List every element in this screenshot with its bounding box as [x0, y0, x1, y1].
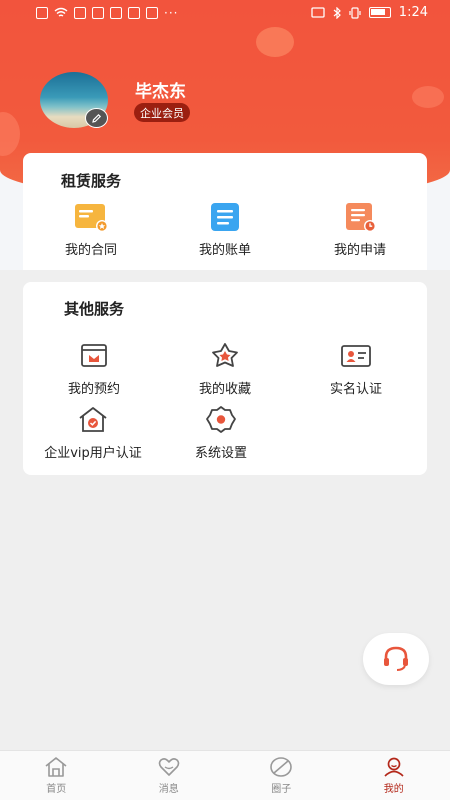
tab-mine[interactable]: 我的	[338, 751, 450, 800]
tab-messages[interactable]: 消息	[113, 751, 226, 800]
tab-circle-label: 圈子	[271, 784, 292, 795]
enterprise-vip-verification-button[interactable]: 企业vip用户认证	[28, 404, 158, 461]
alert-icon	[128, 7, 140, 19]
app-notification-icon	[146, 7, 158, 19]
favorite-icon	[207, 340, 243, 372]
status-icons-left: ···	[36, 6, 178, 20]
app-notification-icon	[110, 7, 122, 19]
home-icon	[45, 757, 67, 777]
pencil-icon	[92, 113, 102, 123]
my-favorites-label: 我的收藏	[198, 382, 251, 397]
system-settings-label: 系统设置	[194, 446, 247, 461]
vibrate-icon	[349, 6, 361, 19]
settings-icon	[203, 404, 239, 436]
my-application-button[interactable]: 我的申请	[295, 201, 425, 258]
my-appointment-button[interactable]: 我的预约	[29, 340, 159, 397]
contract-icon	[73, 201, 109, 233]
mic-icon	[92, 7, 104, 19]
bluetooth-icon	[333, 6, 341, 19]
enterprise-vip-verification-label: 企业vip用户认证	[44, 446, 142, 461]
bottom-tab-bar: 首页 消息 圈子 我的	[0, 750, 450, 800]
my-appointment-label: 我的预约	[67, 382, 120, 397]
member-badge: 企业会员	[134, 103, 190, 122]
tab-messages-label: 消息	[158, 784, 179, 795]
real-name-verification-label: 实名认证	[329, 382, 382, 397]
status-bar: ··· 1:24	[0, 0, 450, 28]
message-icon	[158, 758, 180, 776]
notification-icon	[36, 7, 48, 19]
my-contract-button[interactable]: 我的合同	[26, 201, 156, 258]
tab-home[interactable]: 首页	[0, 751, 113, 800]
other-services-title: 其他服务	[64, 300, 125, 318]
other-services-card: 其他服务 我的预约 我的收藏 实名认证 企业vip用户认证 系统设置	[23, 282, 427, 475]
application-icon	[342, 201, 378, 233]
cast-icon	[311, 6, 325, 18]
status-icons-right: 1:24	[311, 5, 428, 20]
edit-profile-button[interactable]	[85, 108, 108, 128]
app-notification-icon	[74, 7, 86, 19]
tab-circle[interactable]: 圈子	[225, 751, 338, 800]
my-bill-label: 我的账单	[198, 243, 251, 258]
system-settings-button[interactable]: 系统设置	[156, 404, 286, 461]
tab-home-label: 首页	[46, 784, 67, 795]
enterprise-vip-icon	[75, 404, 111, 436]
rental-services-card: 租赁服务 我的合同 我的账单 我的申请	[23, 153, 427, 270]
more-notifications: ···	[164, 6, 179, 20]
appointment-icon	[76, 340, 112, 372]
circle-icon	[270, 757, 293, 777]
decor-bubble	[256, 27, 294, 57]
rental-services-title: 租赁服务	[61, 172, 122, 190]
tab-mine-label: 我的	[383, 784, 404, 795]
customer-service-button[interactable]	[363, 633, 429, 685]
my-contract-label: 我的合同	[64, 243, 117, 258]
my-favorites-button[interactable]: 我的收藏	[160, 340, 290, 397]
decor-bubble	[412, 86, 444, 108]
headset-icon	[384, 646, 408, 671]
user-name: 毕杰东	[135, 82, 186, 102]
status-time: 1:24	[398, 5, 428, 20]
battery-icon	[368, 7, 391, 18]
wifi-icon	[54, 7, 68, 17]
id-card-icon	[338, 340, 374, 372]
my-application-label: 我的申请	[333, 243, 386, 258]
bill-icon	[207, 201, 243, 233]
real-name-verification-button[interactable]: 实名认证	[291, 340, 421, 397]
my-bill-button[interactable]: 我的账单	[160, 201, 290, 258]
profile-icon	[384, 757, 404, 777]
